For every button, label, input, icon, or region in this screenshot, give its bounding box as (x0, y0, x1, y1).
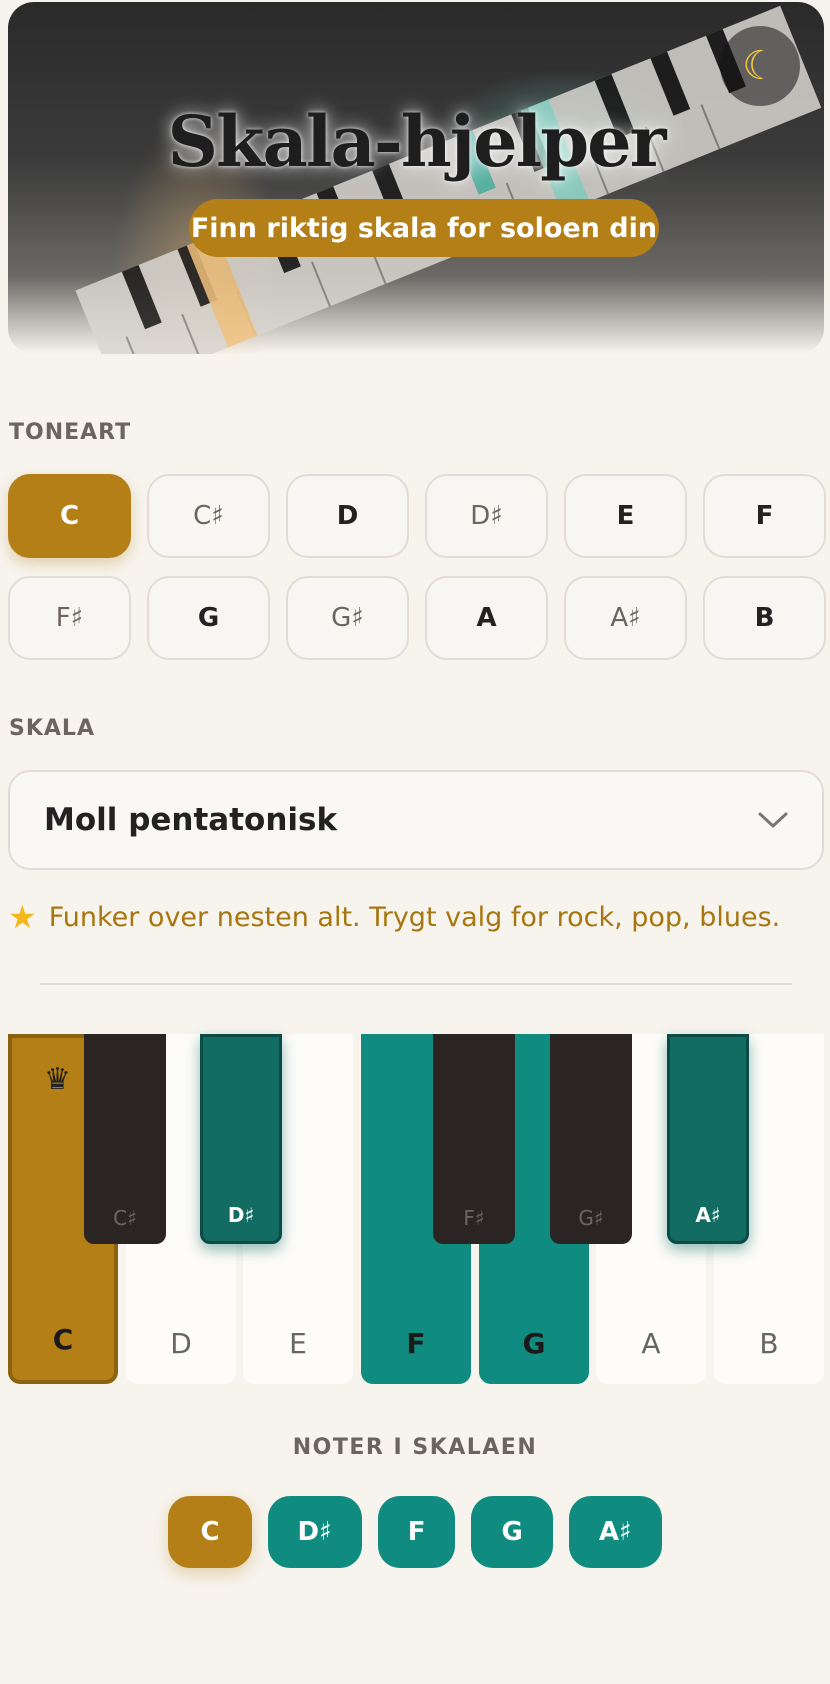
notes-section-label: NOTER I SKALAEN (292, 1435, 538, 1460)
note-chip: G (471, 1496, 553, 1568)
piano-key-label: A (641, 1327, 661, 1360)
scale-dropdown[interactable]: Moll pentatonisk (8, 770, 824, 870)
piano-key-f-sharp[interactable]: F♯ (433, 1034, 515, 1244)
piano-key-label: C♯ (113, 1206, 137, 1230)
piano-key-g-sharp[interactable]: G♯ (550, 1034, 632, 1244)
piano-key-label: A♯ (695, 1203, 721, 1227)
moon-icon: ☾ (742, 43, 778, 89)
key-selector: C C♯ D D♯ E F F♯ G G♯ A A♯ B (8, 474, 826, 660)
chevron-down-icon (758, 812, 788, 828)
key-button-c-sharp[interactable]: C♯ (147, 474, 270, 558)
piano-key-label: D♯ (227, 1203, 255, 1227)
key-section-label: TONEART (9, 420, 132, 445)
theme-toggle-button[interactable]: ☾ (720, 26, 800, 106)
scale-dropdown-value: Moll pentatonisk (44, 802, 338, 838)
key-button-e[interactable]: E (564, 474, 687, 558)
scale-section-label: SKALA (9, 716, 95, 741)
key-button-b[interactable]: B (703, 576, 826, 660)
piano-key-label: F (406, 1327, 426, 1360)
page-title: Skala-hjelper (167, 100, 666, 183)
note-chip: C (168, 1496, 252, 1568)
scale-tip-text: Funker over nesten alt. Trygt valg for r… (48, 901, 781, 933)
piano-key-label: G♯ (578, 1206, 604, 1230)
piano-key-c-sharp[interactable]: C♯ (84, 1034, 166, 1244)
page-subtitle: Finn riktig skala for soloen din (189, 199, 659, 257)
scale-notes-list: C D♯ F G A♯ (0, 1496, 830, 1568)
key-button-f-sharp[interactable]: F♯ (8, 576, 131, 660)
key-button-a-sharp[interactable]: A♯ (564, 576, 687, 660)
key-button-c[interactable]: C (8, 474, 131, 558)
key-button-g-sharp[interactable]: G♯ (286, 576, 409, 660)
piano-key-d-sharp[interactable]: D♯ (200, 1034, 282, 1244)
divider (40, 983, 792, 985)
key-button-g[interactable]: G (147, 576, 270, 660)
piano-key-label: D (170, 1327, 192, 1360)
key-button-d-sharp[interactable]: D♯ (425, 474, 548, 558)
note-chip: D♯ (267, 1496, 362, 1568)
hero-banner: ☾ Skala-hjelper Finn riktig skala for so… (8, 2, 824, 354)
star-icon: ★ (8, 898, 37, 936)
note-chip: A♯ (568, 1496, 662, 1568)
piano-key-label: G (522, 1327, 546, 1360)
piano-key-label: E (289, 1327, 307, 1360)
piano-key-a-sharp[interactable]: A♯ (667, 1034, 749, 1244)
crown-icon: ♛ (44, 1062, 71, 1097)
key-button-f[interactable]: F (703, 474, 826, 558)
key-button-d[interactable]: D (286, 474, 409, 558)
piano-key-label: C (52, 1323, 74, 1356)
key-button-a[interactable]: A (425, 576, 548, 660)
piano-keyboard: ♛ C D E F G A B C♯ D♯ F♯ G♯ A♯ (8, 1034, 824, 1384)
piano-key-label: B (759, 1327, 779, 1360)
piano-key-label: F♯ (463, 1206, 485, 1230)
note-chip: F (377, 1496, 456, 1568)
scale-tip: ★ Funker over nesten alt. Trygt valg for… (8, 898, 780, 936)
